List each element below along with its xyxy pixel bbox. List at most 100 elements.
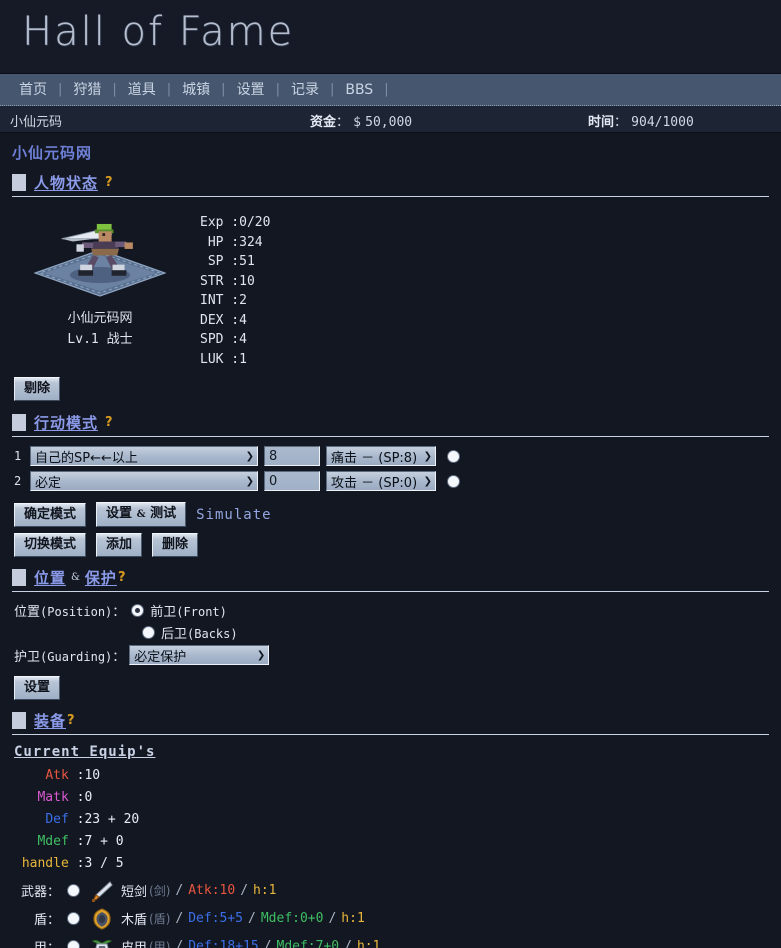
site-banner: Hall of Fame: [0, 0, 781, 74]
equip-attr: Def:5+5: [188, 911, 244, 926]
add-mode-button[interactable]: 添加: [96, 533, 143, 557]
equip-item-name[interactable]: 皮甲: [121, 937, 147, 948]
set-and-test-button[interactable]: 设置 & 测试: [96, 502, 187, 527]
section-header-position-guard: 位置 & 保护 ?: [12, 567, 769, 592]
condition-select-value: 必定: [35, 475, 62, 491]
equip-stat-value: :0: [76, 790, 93, 805]
character-panel: 小仙元码网 Lv.1 战士 Exp :0/20 HP :324 SP :51 ST…: [0, 197, 781, 369]
banner-title: Hall of Fame: [22, 9, 295, 55]
time-label: 时间: [588, 115, 615, 130]
equip-stat-label: Mdef: [37, 834, 69, 849]
condition-value-input[interactable]: [264, 446, 320, 466]
remove-character-button[interactable]: 剔除: [14, 377, 61, 401]
equip-stat-label: Atk: [45, 768, 69, 783]
money-symbol: $: [353, 115, 361, 130]
money-value: 50,000: [365, 115, 413, 130]
equip-item-kind: (盾): [149, 912, 171, 926]
radio-front[interactable]: [131, 604, 145, 617]
character-portrait-block: 小仙元码网 Lv.1 战士: [0, 211, 200, 369]
chevron-down-icon: ❯: [256, 649, 266, 661]
position-option-backs-label: 后卫(Backs): [161, 627, 238, 642]
remove-character-row: 剔除: [0, 369, 781, 401]
stat-row-luk: LUK :1: [200, 351, 247, 367]
nav-items[interactable]: 道具: [117, 75, 167, 105]
action-mode-index: 2: [14, 474, 22, 488]
equip-radio[interactable]: [67, 912, 80, 925]
nav-settings[interactable]: 设置: [226, 75, 276, 105]
equip-stat-mdef: Mdef :7 + 0: [14, 831, 781, 853]
stat-row-int: INT :2: [200, 293, 247, 308]
equip-stat-atk: Atk :10: [14, 765, 781, 787]
money-label: 资金: [310, 115, 337, 130]
set-and-test-label-a: 设置: [106, 506, 133, 521]
character-level: Lv.1 战士: [0, 328, 200, 347]
character-class: 战士: [106, 332, 133, 347]
help-icon[interactable]: ?: [67, 713, 75, 728]
equip-item-name[interactable]: 木盾: [121, 909, 147, 928]
position-row-back: 后卫(Backs): [142, 623, 781, 642]
equipment-item-list: 武器： 短剑 (剑) / Atk:10 / h:1 盾： 木盾 (盾) / Def:5+5 / Mdef:…: [14, 878, 781, 948]
position-row-front: 位置(Position)： 前卫(Front): [14, 601, 781, 620]
stat-row-sp: SP :51: [200, 254, 255, 269]
equip-item-name[interactable]: 短剑: [121, 881, 147, 900]
simulate-link[interactable]: Simulate: [196, 507, 271, 523]
section-header-equipment: 装备 ?: [12, 710, 769, 735]
action-mode-rows: 1 自己的SP←←以上 ❯ 痛击 － (SP:8) ❯ 2 必定 ❯ 攻击 － (SP:0) ❯: [0, 437, 781, 491]
equip-stat-value: :7 + 0: [76, 834, 124, 849]
guarding-select-value: 必定保护: [134, 649, 187, 665]
nav-home[interactable]: 首页: [8, 75, 58, 105]
help-icon[interactable]: ?: [118, 570, 126, 585]
equip-radio[interactable]: [67, 884, 80, 897]
equip-slot-label: 甲：: [14, 937, 60, 948]
help-icon[interactable]: ?: [105, 415, 113, 430]
confirm-mode-button[interactable]: 确定模式: [14, 502, 87, 527]
equip-radio[interactable]: [67, 940, 80, 948]
set-position-button[interactable]: 设置: [14, 676, 61, 700]
nav-town[interactable]: 城镇: [171, 75, 221, 105]
character-name: 小仙元码网: [67, 311, 133, 326]
section-chip-icon: [12, 414, 26, 431]
equip-attr: Def:18+15: [188, 939, 259, 948]
character-stats-list: Exp :0/20 HP :324 SP :51 STR :10 INT :2 DEX…: [200, 211, 270, 369]
nav-hunt[interactable]: 狩猎: [62, 75, 112, 105]
stat-row-spd: SPD :4: [200, 332, 247, 347]
radio-backs[interactable]: [142, 626, 155, 639]
position-option-backs[interactable]: 后卫(Backs): [142, 623, 238, 642]
action-mode-radio[interactable]: [447, 474, 460, 488]
position-option-front[interactable]: 前卫(Front): [131, 601, 227, 620]
condition-value-input[interactable]: [264, 471, 320, 491]
equip-handle: h:1: [253, 883, 277, 898]
guarding-select[interactable]: 必定保护 ❯: [129, 645, 270, 665]
condition-select-value: 自己的SP←←以上: [35, 450, 138, 466]
switch-mode-button[interactable]: 切换模式: [14, 533, 87, 557]
condition-select[interactable]: 必定 ❯: [30, 471, 258, 491]
section-chip-icon: [12, 174, 26, 191]
separator: /: [240, 883, 249, 898]
stat-row-exp: Exp :0/20: [200, 215, 271, 230]
delete-mode-button[interactable]: 删除: [152, 533, 199, 557]
warrior-sprite-icon: [61, 223, 133, 276]
equipment-row: 盾： 木盾 (盾) / Def:5+5 / Mdef:0+0 / h:1: [14, 906, 781, 931]
character-sprite: [25, 211, 175, 301]
guarding-label: 护卫(Guarding)：: [14, 649, 126, 665]
help-icon[interactable]: ?: [105, 175, 113, 190]
equip-stat-def: Def :23 + 20: [14, 809, 781, 831]
action-mode-row: 1 自己的SP←←以上 ❯ 痛击 － (SP:8) ❯: [14, 446, 781, 466]
position-panel: 位置(Position)： 前卫(Front) 后卫(Backs) 护卫(Gua…: [0, 592, 781, 665]
equip-handle: h:1: [356, 939, 381, 948]
armor-icon: [90, 935, 115, 948]
action-mode-index: 1: [14, 449, 22, 463]
money-display: 资金： $ 50,000: [310, 111, 412, 130]
chevron-down-icon: ❯: [245, 450, 254, 462]
separator: /: [263, 939, 272, 948]
nav-records[interactable]: 记录: [280, 75, 330, 105]
game-page: Hall of Fame 首页 | 狩猎 | 道具 | 城镇 | 设置 | 记录 | BBS | 小仙元码…: [0, 0, 781, 948]
condition-select[interactable]: 自己的SP←←以上 ❯: [30, 446, 258, 466]
action-mode-radio[interactable]: [447, 449, 460, 463]
sword-icon: [90, 879, 115, 903]
action-mode-row: 2 必定 ❯ 攻击 － (SP:0) ❯: [14, 471, 781, 491]
skill-select[interactable]: 痛击 － (SP:8) ❯: [326, 446, 436, 466]
nav-bbs[interactable]: BBS: [334, 75, 384, 105]
equip-item-kind: (剑): [149, 884, 171, 898]
skill-select[interactable]: 攻击 － (SP:0) ❯: [326, 471, 436, 491]
